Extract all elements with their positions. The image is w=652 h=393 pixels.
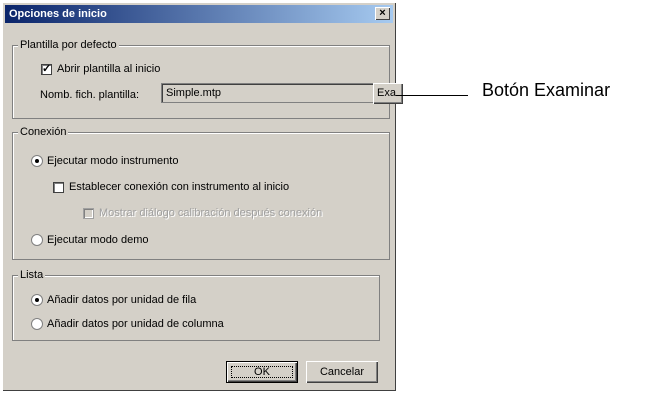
ok-button[interactable]: OK — [226, 361, 298, 383]
startup-options-dialog: Opciones de inicio × Plantilla por defec… — [2, 2, 403, 391]
close-button[interactable]: × — [375, 7, 390, 20]
by-column-radio[interactable] — [31, 318, 43, 330]
template-group-legend: Plantilla por defecto — [18, 39, 119, 51]
template-file-field[interactable]: Simple.mtp — [161, 83, 375, 103]
ok-focus-rect — [231, 366, 293, 378]
cancel-button[interactable]: Cancelar — [306, 361, 378, 383]
open-template-checkbox[interactable] — [41, 62, 52, 75]
connect-at-startup-checkbox[interactable] — [53, 182, 64, 193]
list-group-legend: Lista — [18, 269, 46, 281]
open-template-label: Abrir plantilla al inicio — [57, 63, 161, 75]
callout-label: Botón Examinar — [482, 80, 611, 100]
demo-mode-label: Ejecutar modo demo — [47, 234, 149, 246]
calibration-dialog-label: Mostrar diálogo calibración después cone… — [99, 207, 323, 219]
browse-button-label: Exa — [377, 87, 396, 99]
demo-mode-radio[interactable] — [31, 234, 43, 246]
connection-group: Conexión Ejecutar modo instrumento Estab… — [12, 126, 390, 260]
title-bar[interactable]: Opciones de inicio × — [5, 5, 393, 23]
instrument-mode-radio[interactable] — [31, 155, 43, 167]
browse-button[interactable]: Exa — [373, 83, 403, 104]
connection-group-legend: Conexión — [18, 126, 69, 138]
close-icon: × — [379, 7, 386, 19]
by-row-label: Añadir datos por unidad de fila — [47, 294, 197, 306]
cancel-button-label: Cancelar — [319, 366, 365, 378]
by-row-radio[interactable] — [31, 294, 43, 306]
template-file-value: Simple.mtp — [166, 87, 222, 99]
instrument-mode-label: Ejecutar modo instrumento — [47, 155, 179, 167]
template-group: Plantilla por defecto Abrir plantilla al… — [12, 39, 403, 119]
dialog-title: Opciones de inicio — [9, 8, 107, 20]
callout-line — [396, 95, 468, 96]
by-column-label: Añadir datos por unidad de columna — [47, 318, 224, 330]
calibration-dialog-checkbox[interactable] — [83, 208, 94, 219]
list-group: Lista Añadir datos por unidad de fila Añ… — [12, 269, 380, 341]
connect-at-startup-label: Establecer conexión con instrumento al i… — [69, 181, 290, 193]
template-file-label: Nomb. fich. plantilla: — [40, 89, 140, 101]
